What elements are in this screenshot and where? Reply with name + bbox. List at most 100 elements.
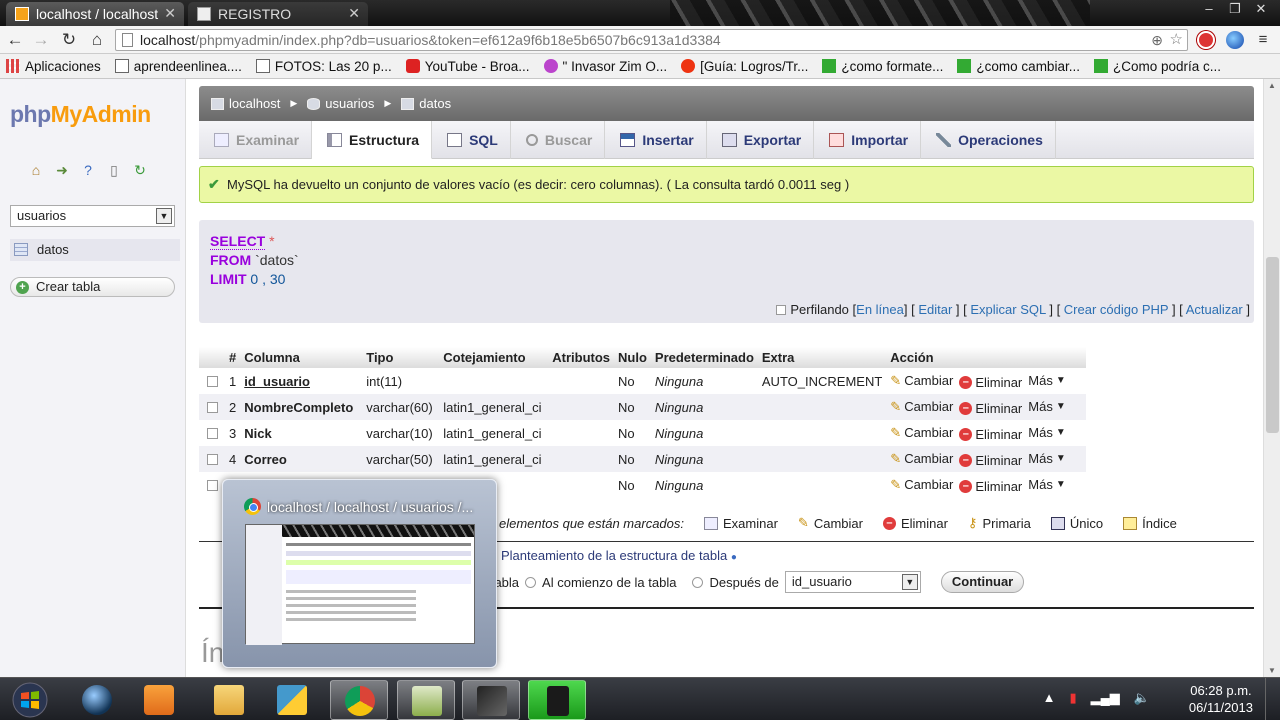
maximize-icon[interactable]: ❐ — [1222, 0, 1248, 18]
tab-insertar[interactable]: Insertar — [605, 121, 707, 159]
close-window-icon[interactable]: ✕ — [1248, 0, 1274, 18]
tab-estructura[interactable]: Estructura — [312, 121, 433, 159]
bookmark-item[interactable]: ¿como cambiar... — [957, 59, 1080, 74]
zoom-icon[interactable]: ⊕ — [1151, 30, 1163, 50]
more-action[interactable]: Más ▼ — [1028, 373, 1065, 388]
start-button[interactable] — [10, 682, 50, 718]
taskbar-notepad[interactable] — [397, 680, 455, 720]
delete-action[interactable]: – Eliminar — [959, 479, 1022, 494]
change-action[interactable]: ✎ Cambiar — [890, 425, 953, 441]
tab-importar[interactable]: Importar — [814, 121, 922, 159]
breadcrumb-server[interactable]: localhost — [211, 96, 280, 111]
more-action[interactable]: Más ▼ — [1028, 477, 1065, 492]
browser-tab-registro[interactable]: REGISTRO ✕ — [188, 2, 368, 26]
forward-icon[interactable]: → — [30, 29, 52, 51]
browser-tab-localhost[interactable]: localhost / localhost ✕ — [6, 2, 184, 26]
radio-start-of-table[interactable] — [525, 576, 537, 588]
page-scrollbar[interactable]: ▲ ▼ — [1263, 79, 1280, 677]
extension-globe-icon[interactable] — [1226, 31, 1244, 49]
show-hidden-icons-icon[interactable]: ▲ — [1043, 690, 1056, 706]
back-icon[interactable]: ← — [4, 29, 26, 51]
logout-icon[interactable]: ➜ — [54, 162, 70, 178]
row-checkbox[interactable] — [206, 401, 218, 413]
link-crear-codigo-php[interactable]: Crear código PHP — [1064, 302, 1169, 317]
breadcrumb-database[interactable]: usuarios — [307, 96, 374, 111]
bookmark-item[interactable]: aprendeenlinea.... — [114, 59, 242, 74]
change-action[interactable]: ✎ Cambiar — [890, 399, 953, 415]
bookmark-item[interactable]: ¿como formate... — [822, 59, 943, 74]
bulk-eliminar-button[interactable]: – Eliminar — [882, 516, 948, 531]
delete-action[interactable]: – Eliminar — [959, 401, 1022, 416]
column-header[interactable]: Columna — [240, 347, 363, 368]
profiling-checkbox[interactable] — [776, 305, 787, 315]
show-desktop-button[interactable] — [1265, 678, 1280, 720]
bookmark-apps[interactable]: Aplicaciones — [6, 59, 101, 74]
taskbar-media-player[interactable] — [68, 680, 126, 720]
bookmark-item[interactable]: [Guía: Logros/Tr... — [681, 59, 808, 74]
sql-query-text[interactable]: SELECT * FROM `datos` LIMIT 0 , 30 — [210, 232, 299, 289]
help-icon[interactable]: ? — [80, 162, 96, 178]
taskbar-window-preview[interactable]: localhost / localhost / usuarios /... — [222, 479, 497, 668]
delete-action[interactable]: – Eliminar — [959, 453, 1022, 468]
link-explicar-sql[interactable]: Explicar SQL — [970, 302, 1045, 317]
taskbar-app-dark[interactable] — [462, 680, 520, 720]
bulk-primaria-button[interactable]: ⚷ Primaria — [968, 515, 1031, 531]
column-header[interactable]: Atributos — [548, 347, 615, 368]
network-icon[interactable]: ▂▄▆ — [1091, 690, 1120, 706]
system-clock[interactable]: 06:28 p.m. 06/11/2013 — [1189, 682, 1253, 716]
database-select[interactable]: usuarios ▼ — [10, 205, 175, 227]
preview-thumbnail[interactable] — [245, 524, 475, 645]
power-icon[interactable]: ▮ — [1069, 690, 1076, 706]
volume-icon[interactable]: 🔈 — [1134, 690, 1150, 706]
bookmark-item[interactable]: ¿Como podría c... — [1093, 59, 1221, 74]
tab-exportar[interactable]: Exportar — [707, 121, 815, 159]
bulk-cambiar-button[interactable]: ✎ Cambiar — [798, 515, 863, 531]
column-header[interactable]: Extra — [757, 347, 887, 368]
link-editar[interactable]: Editar — [918, 302, 952, 317]
column-name[interactable]: id_usuario — [240, 368, 363, 394]
change-action[interactable]: ✎ Cambiar — [890, 451, 953, 467]
bookmark-star-icon[interactable]: ☆ — [1170, 30, 1183, 50]
delete-action[interactable]: – Eliminar — [959, 375, 1022, 390]
bulk-unico-button[interactable]: Único — [1050, 516, 1103, 531]
reload-icon[interactable]: ↻ — [58, 29, 80, 51]
continue-button[interactable]: Continuar — [940, 571, 1025, 593]
row-checkbox[interactable] — [206, 375, 218, 387]
address-bar[interactable]: localhost/phpmyadmin/index.php?db=usuari… — [115, 29, 1188, 51]
column-header[interactable]: Tipo — [362, 347, 440, 368]
tab-operaciones[interactable]: Operaciones — [921, 121, 1056, 159]
column-header[interactable]: Cotejamiento — [439, 347, 549, 368]
more-action[interactable]: Más ▼ — [1028, 451, 1065, 466]
more-action[interactable]: Más ▼ — [1028, 399, 1065, 414]
tab-sql[interactable]: SQL — [432, 121, 511, 159]
taskbar-app[interactable] — [263, 680, 321, 720]
row-checkbox[interactable] — [206, 427, 218, 439]
create-table-button[interactable]: + Crear tabla — [10, 277, 175, 297]
minimize-icon[interactable]: ‒ — [1196, 0, 1222, 18]
taskbar-chrome[interactable] — [330, 680, 388, 720]
scrollbar-thumb[interactable] — [1266, 257, 1279, 433]
column-header[interactable]: Nulo — [614, 347, 651, 368]
radio-after-column[interactable] — [692, 576, 704, 588]
docs-icon[interactable]: ▯ — [106, 162, 122, 178]
column-header[interactable]: Predeterminado — [650, 347, 758, 368]
propose-structure-link[interactable]: Planteamiento de la estructura de tabla … — [501, 548, 737, 563]
row-checkbox[interactable] — [206, 479, 218, 491]
phpmyadmin-logo[interactable]: phpMyAdmin — [10, 101, 151, 128]
bookmark-item[interactable]: " Invasor Zim O... — [543, 59, 667, 74]
taskbar-video-app[interactable] — [130, 680, 188, 720]
taskbar-explorer[interactable] — [200, 680, 258, 720]
tab-buscar[interactable]: Buscar — [511, 121, 606, 159]
bookmark-item[interactable]: YouTube - Broa... — [405, 59, 530, 74]
home-icon[interactable]: ⌂ — [86, 29, 108, 51]
close-tab-icon[interactable]: ✕ — [164, 5, 176, 22]
link-actualizar[interactable]: Actualizar — [1186, 302, 1243, 317]
more-action[interactable]: Más ▼ — [1028, 425, 1065, 440]
close-tab-icon[interactable]: ✕ — [348, 5, 360, 22]
breadcrumb-table[interactable]: datos — [401, 96, 451, 111]
row-checkbox[interactable] — [206, 453, 218, 465]
bulk-indice-button[interactable]: Índice — [1123, 516, 1177, 531]
after-column-select[interactable]: id_usuario ▼ — [784, 571, 921, 593]
taskbar-recorder[interactable] — [528, 680, 586, 720]
menu-icon[interactable]: ≡ — [1252, 29, 1274, 51]
